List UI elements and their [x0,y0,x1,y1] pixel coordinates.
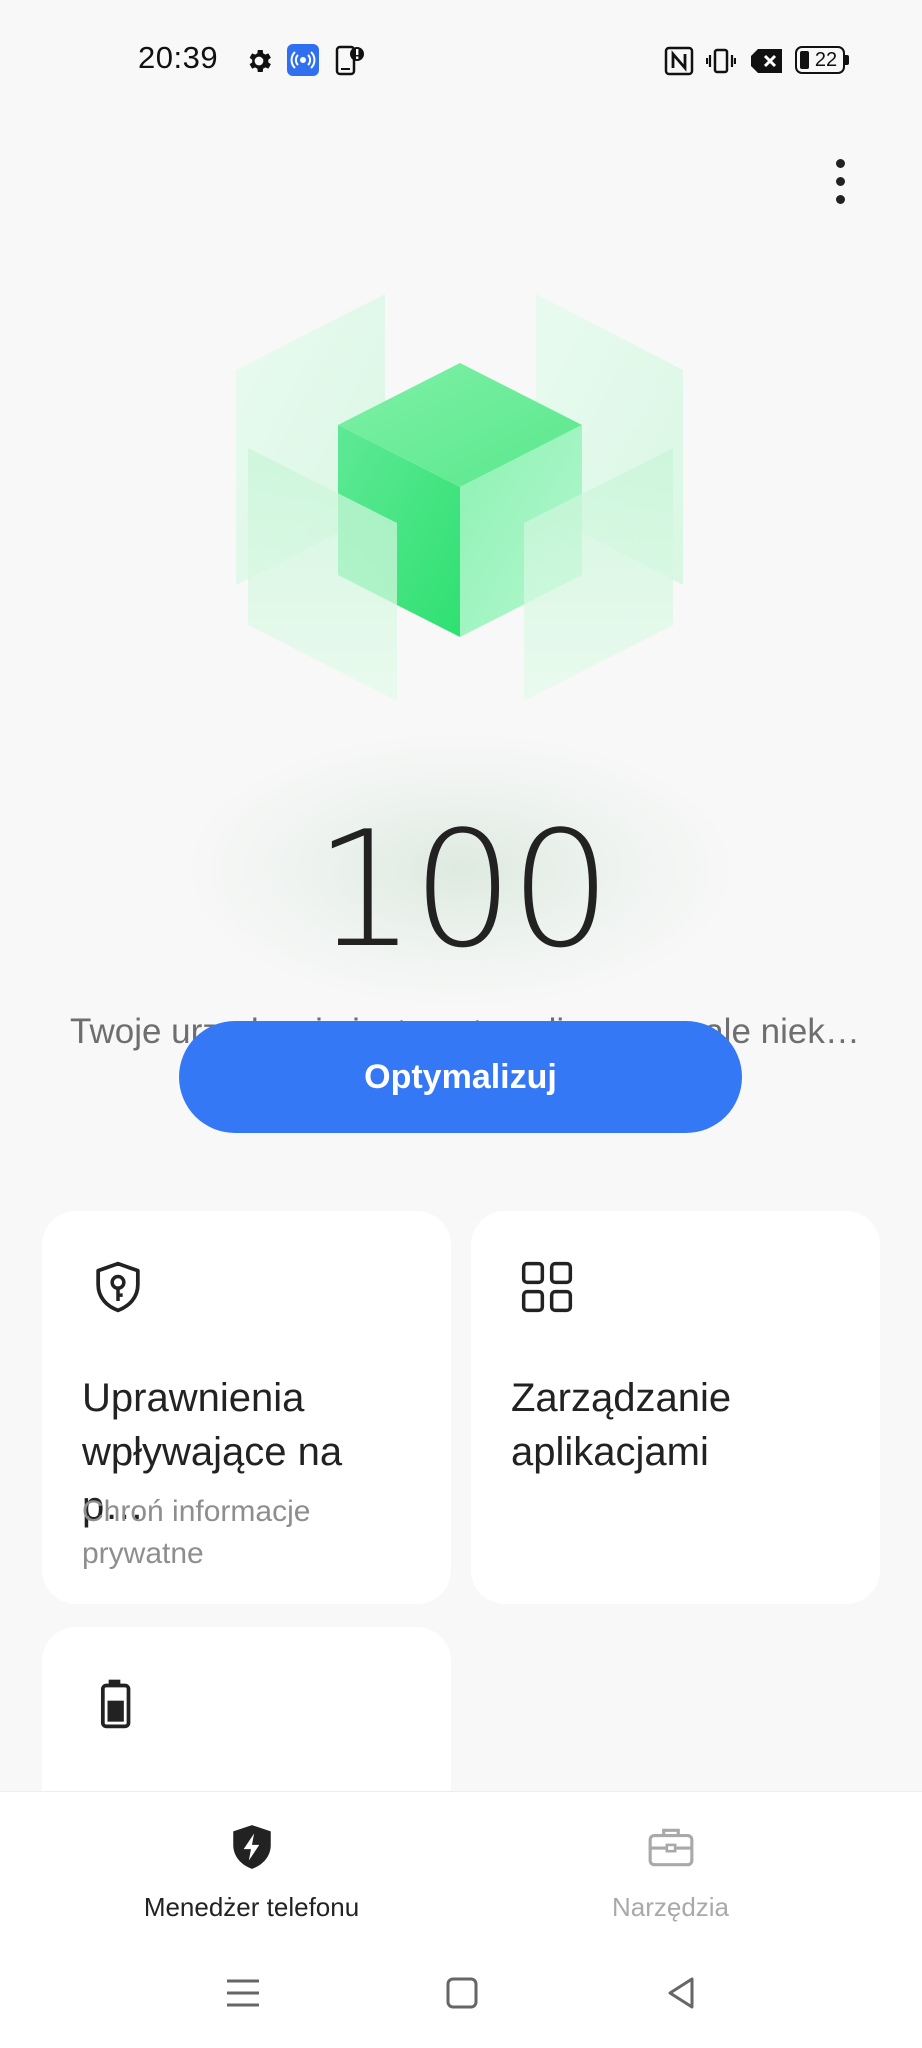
back-icon[interactable] [660,1971,704,2015]
tab-tools[interactable]: Narzędzia [440,1792,901,1942]
apps-grid-icon [521,1261,573,1313]
battery-icon: 22 [795,46,849,74]
phone-manager-screen: 20:39 22 100 Twoje ale niektó Optymalizu… [0,0,922,2048]
shield-bolt-icon [233,1825,271,1869]
phone-alert-icon [335,45,364,76]
card-title: Zarządzanie aplikacjami [511,1376,732,1474]
permissions-card[interactable]: Uprawnienia wpływające na p… Chroń infor… [42,1211,451,1604]
home-icon[interactable] [440,1971,484,2015]
menu-icon[interactable] [221,1971,265,2015]
nfc-icon [664,46,694,76]
tab-label: Menedżer telefonu [143,1892,360,1922]
tab-phone-manager[interactable]: Menedżer telefonu [21,1792,482,1942]
hotspot-broadcast-icon [287,44,319,76]
no-sim-icon [751,49,782,73]
system-navigation-bar [0,1941,922,2048]
tab-label: Narzędzia [611,1892,730,1922]
optimization-cube-illustration [236,294,683,701]
vibrate-icon [706,48,736,74]
card-subtitle: Chroń informacje prywatne [82,1495,311,1570]
optimize-button[interactable]: Optymalizuj [179,1021,742,1133]
battery-icon [100,1679,131,1729]
bottom-navigation: Menedżer telefonu Narzędzia [0,1791,922,1941]
shield-key-icon [96,1261,140,1313]
gear-icon [249,50,271,72]
status-bar: 20:39 22 [0,0,922,124]
toolbox-icon [648,1828,694,1867]
optimization-score: 100 [314,796,611,983]
battery-level: 22 [814,49,838,71]
more-vertical-icon[interactable] [818,150,862,212]
app-management-card[interactable]: Zarządzanie aplikacjami [471,1211,880,1604]
status-time: 20:39 [138,40,219,75]
